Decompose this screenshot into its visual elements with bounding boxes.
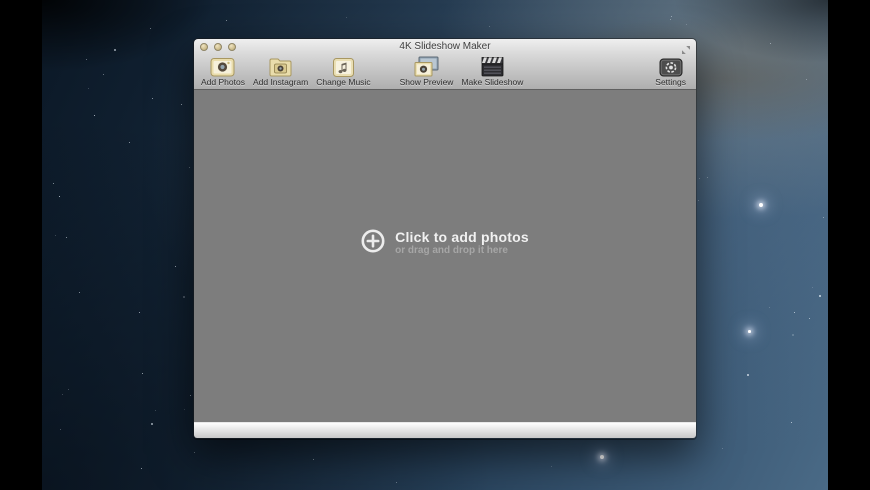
bright-star bbox=[759, 203, 763, 207]
star bbox=[94, 115, 95, 116]
star bbox=[60, 429, 61, 430]
star bbox=[86, 59, 87, 60]
star bbox=[189, 167, 190, 168]
star bbox=[806, 79, 807, 80]
settings-button[interactable]: Settings bbox=[653, 56, 688, 87]
star bbox=[819, 295, 821, 297]
star bbox=[670, 19, 671, 20]
star bbox=[769, 307, 770, 308]
star bbox=[489, 26, 490, 27]
star bbox=[722, 448, 723, 449]
make-slideshow-icon bbox=[480, 56, 505, 77]
show-preview-label: Show Preview bbox=[399, 77, 454, 87]
dropzone-subtitle: or drag and drop it here bbox=[395, 244, 508, 256]
status-bar bbox=[194, 422, 696, 438]
star bbox=[103, 74, 104, 75]
app-window: 4K Slideshow Maker Add Photos Add Instag… bbox=[193, 38, 697, 439]
star bbox=[142, 373, 143, 374]
make-slideshow-button[interactable]: Make Slideshow bbox=[459, 56, 525, 87]
settings-label: Settings bbox=[655, 77, 686, 87]
change-music-button[interactable]: Change Music bbox=[314, 56, 372, 87]
star bbox=[181, 104, 182, 105]
minimize-button[interactable] bbox=[214, 42, 222, 51]
toolbar: Add Photos Add Instagram Change Music Sh… bbox=[194, 54, 696, 90]
star bbox=[175, 266, 176, 267]
star bbox=[79, 292, 80, 293]
star bbox=[62, 394, 63, 395]
add-instagram-label: Add Instagram bbox=[252, 77, 309, 87]
star bbox=[791, 422, 792, 423]
add-photos-icon bbox=[210, 56, 235, 77]
star bbox=[184, 409, 185, 410]
star bbox=[671, 16, 672, 17]
star bbox=[141, 468, 142, 469]
bright-star bbox=[600, 455, 604, 459]
fullscreen-icon[interactable] bbox=[681, 42, 691, 54]
window-title: 4K Slideshow Maker bbox=[399, 41, 491, 52]
star bbox=[129, 142, 130, 143]
star bbox=[59, 196, 60, 197]
star bbox=[150, 28, 151, 29]
star bbox=[226, 20, 227, 21]
star bbox=[190, 395, 191, 396]
change-music-icon bbox=[331, 56, 356, 77]
star bbox=[155, 410, 156, 411]
star bbox=[313, 459, 314, 460]
photo-drop-area[interactable]: Click to add photos or drag and drop it … bbox=[194, 90, 696, 422]
star bbox=[194, 452, 195, 453]
change-music-label: Change Music bbox=[316, 77, 371, 87]
add-photos-dropzone[interactable]: Click to add photos or drag and drop it … bbox=[361, 229, 529, 258]
add-instagram-button[interactable]: Add Instagram bbox=[251, 56, 310, 87]
star bbox=[68, 389, 69, 390]
star bbox=[551, 466, 552, 467]
star bbox=[183, 296, 185, 298]
zoom-button[interactable] bbox=[228, 42, 236, 51]
star bbox=[823, 217, 824, 218]
star bbox=[53, 183, 54, 184]
make-slideshow-label: Make Slideshow bbox=[461, 77, 524, 87]
star bbox=[152, 98, 153, 99]
star bbox=[812, 287, 813, 288]
traffic-lights bbox=[200, 39, 236, 54]
star bbox=[55, 235, 56, 236]
show-preview-icon bbox=[414, 56, 439, 77]
dropzone-title: Click to add photos bbox=[395, 228, 529, 245]
star bbox=[792, 334, 794, 336]
star bbox=[88, 88, 89, 89]
settings-icon bbox=[659, 56, 683, 77]
star bbox=[794, 312, 795, 313]
star bbox=[396, 482, 397, 483]
show-preview-button[interactable]: Show Preview bbox=[398, 56, 456, 87]
dropzone-text: Click to add photos or drag and drop it … bbox=[395, 228, 529, 257]
star bbox=[139, 312, 140, 313]
star bbox=[66, 237, 67, 238]
star bbox=[770, 43, 771, 44]
bright-star bbox=[748, 330, 751, 333]
star bbox=[346, 17, 347, 18]
add-photos-button[interactable]: Add Photos bbox=[199, 56, 247, 87]
titlebar: 4K Slideshow Maker bbox=[194, 39, 696, 54]
star bbox=[809, 318, 810, 319]
add-photos-label: Add Photos bbox=[201, 77, 245, 87]
add-instagram-icon bbox=[268, 56, 293, 77]
star bbox=[114, 49, 116, 51]
star bbox=[699, 178, 700, 179]
star bbox=[698, 200, 699, 201]
plus-circle-icon[interactable] bbox=[361, 229, 385, 258]
desktop: 4K Slideshow Maker Add Photos Add Instag… bbox=[0, 0, 870, 490]
star bbox=[747, 374, 749, 376]
star bbox=[151, 423, 153, 425]
close-button[interactable] bbox=[200, 42, 208, 51]
star bbox=[686, 24, 687, 25]
star bbox=[707, 177, 708, 178]
